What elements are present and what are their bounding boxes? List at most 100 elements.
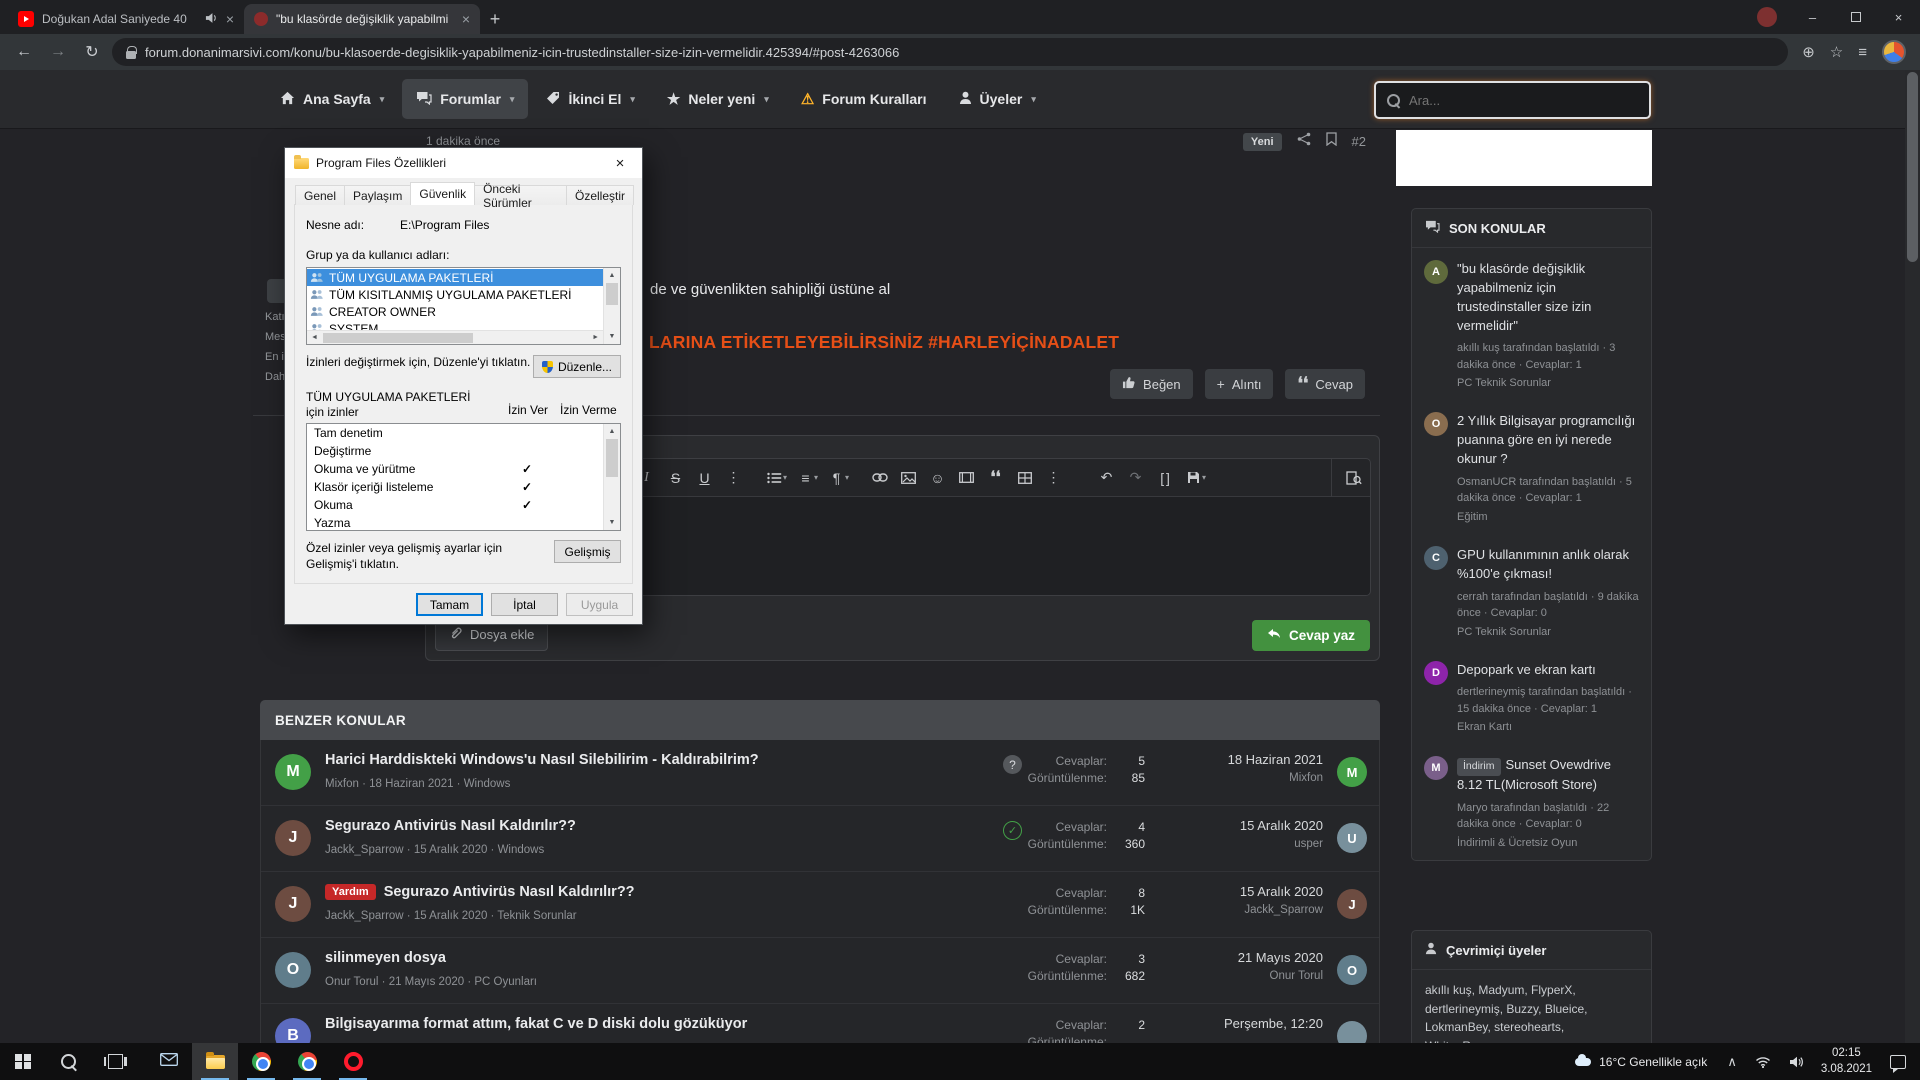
close-button[interactable]: × [1877,0,1920,34]
strikethrough-icon[interactable]: S [661,459,690,497]
scroll-up-icon[interactable]: ▲ [604,272,620,279]
properties-dialog[interactable]: Program Files Özellikleri × Genel Paylaş… [284,147,643,625]
topic-title[interactable]: 2 Yıllık Bilgisayar programcılığı puanın… [1457,412,1639,469]
chevron-down-icon[interactable]: ▾ [814,473,818,482]
reload-button[interactable]: ↻ [78,38,106,66]
last-post-date[interactable]: 15 Aralık 2020 [1240,818,1323,833]
reply-button[interactable]: ❛❛ Cevap [1285,369,1365,399]
quote-button[interactable]: + Alıntı [1205,369,1274,399]
allow-checkbox[interactable]: ✓ [512,498,542,512]
permission-row[interactable]: Yazma [307,514,620,531]
task-view-button[interactable] [92,1043,138,1080]
scroll-up-icon[interactable]: ▲ [604,428,620,435]
advanced-button[interactable]: Gelişmiş [554,540,621,563]
close-icon[interactable]: × [598,148,642,178]
post-timestamp[interactable]: 1 dakika önce [426,134,500,148]
topic-title[interactable]: Harici Harddiskteki Windows'u Nasıl Sile… [325,752,759,768]
scroll-down-icon[interactable]: ▼ [604,333,620,340]
table-row[interactable]: J Segurazo Antivirüs Nasıl Kaldırılır?? … [261,806,1379,872]
last-post-date[interactable]: Perşembe, 12:20 [1224,1016,1323,1031]
avatar[interactable]: J [1337,889,1367,919]
table-row[interactable]: M Harici Harddiskteki Windows'u Nasıl Si… [261,740,1379,806]
tab-genel[interactable]: Genel [295,185,345,205]
preview-icon[interactable] [1331,459,1362,497]
avatar[interactable]: M [1337,757,1367,787]
more-options-icon[interactable]: ⋮ [1039,459,1068,497]
topic-title[interactable]: İndirimSunset Ovewdrive 8.12 TL(Microsof… [1457,756,1639,794]
address-bar[interactable]: forum.donanimarsivi.com/konu/bu-klasoerd… [112,38,1788,66]
image-icon[interactable] [894,459,923,497]
scrollbar-thumb[interactable] [1907,72,1918,262]
reading-list-icon[interactable]: ≡ [1858,44,1867,61]
table-row[interactable]: O silinmeyen dosya Onur Torul · 21 Mayıs… [261,938,1379,1004]
table-row[interactable]: J Yardım Segurazo Antivirüs Nasıl Kaldır… [261,872,1379,938]
topic-title[interactable]: Segurazo Antivirüs Nasıl Kaldırılır?? [384,884,635,900]
topic-title[interactable]: "bu klasörde değişiklik yapabilmeniz içi… [1457,260,1639,335]
nav-item-second-hand[interactable]: İkinci El ▾ [532,79,648,119]
chrome-app-button-2[interactable] [284,1043,330,1080]
permission-row[interactable]: Okuma ve yürütme✓ [307,460,620,478]
share-icon[interactable] [1297,132,1311,151]
chrome-app-button[interactable] [238,1043,284,1080]
avatar[interactable]: C [1424,546,1448,570]
weather-widget[interactable]: 16°C Genellikle açık [1564,1055,1718,1069]
volume-icon[interactable] [1780,1056,1812,1068]
nav-item-rules[interactable]: ⚠ Forum Kuralları [787,79,941,119]
topic-category[interactable]: PC Teknik Sorunlar [1457,626,1639,638]
topic-category[interactable]: Ekran Kartı [1457,721,1639,733]
topic-category[interactable]: PC Teknik Sorunlar [1457,377,1639,389]
ok-button[interactable]: Tamam [416,593,483,616]
page-scrollbar[interactable] [1905,70,1920,1043]
install-icon[interactable]: ⊕ [1802,43,1815,61]
post-number[interactable]: #2 [1352,134,1366,149]
quote-block-icon[interactable]: ❛❛ [981,459,1010,497]
scrollbar-thumb[interactable] [606,283,618,305]
list-item[interactable]: A "bu klasörde değişiklik yapabilmeniz i… [1412,248,1651,400]
forum-search[interactable] [1374,81,1651,119]
media-control-icon[interactable] [1757,7,1777,27]
topic-title[interactable]: Depopark ve ekran kartı [1457,661,1639,680]
list-item[interactable]: O 2 Yıllık Bilgisayar programcılığı puan… [1412,400,1651,534]
avatar[interactable]: O [1424,412,1448,436]
tab-audio-icon[interactable] [205,12,218,27]
tab-youtube[interactable]: Doğukan Adal Saniyede 40 × [8,4,244,34]
cancel-button[interactable]: İptal [491,593,558,616]
avatar[interactable]: D [1424,661,1448,685]
scroll-left-icon[interactable]: ◄ [311,334,318,341]
horizontal-scrollbar[interactable]: ◄► [307,330,603,344]
avatar[interactable]: O [275,952,311,988]
minimize-button[interactable]: – [1791,0,1834,34]
permission-row[interactable]: Okuma✓ [307,496,620,514]
table-icon[interactable] [1010,459,1039,497]
smiley-icon[interactable]: ☺ [923,459,952,497]
avatar[interactable]: M [275,754,311,790]
topic-title[interactable]: GPU kullanımının anlık olarak %100'e çık… [1457,546,1639,584]
scroll-down-icon[interactable]: ▼ [604,519,620,526]
list-item[interactable]: C GPU kullanımının anlık olarak %100'e ç… [1412,534,1651,649]
tab-paylasim[interactable]: Paylaşım [344,185,411,205]
action-center-icon[interactable] [1881,1055,1915,1069]
apply-button[interactable]: Uygula [566,593,633,616]
edit-button[interactable]: Düzenle... [533,355,621,378]
tab-close-icon[interactable]: × [462,11,470,27]
back-button[interactable]: ← [10,38,38,66]
taskbar-search-button[interactable] [46,1043,92,1080]
permissions-listbox[interactable]: Tam denetim Değiştirme Okuma ve yürütme✓… [306,423,621,531]
clock[interactable]: 02:15 3.08.2021 [1812,1046,1881,1077]
list-item[interactable]: TÜM KISITLANMIŞ UYGULAMA PAKETLERİ [307,286,603,303]
file-explorer-button[interactable] [192,1043,238,1080]
list-item[interactable]: D Depopark ve ekran kartı dertlerineymiş… [1412,649,1651,745]
avatar[interactable]: J [275,820,311,856]
topic-title[interactable]: Segurazo Antivirüs Nasıl Kaldırılır?? [325,818,576,834]
link-icon[interactable] [865,459,894,497]
tray-expand-icon[interactable]: ∧ [1718,1054,1746,1070]
scroll-right-icon[interactable]: ► [592,334,599,341]
topic-category[interactable]: İndirimli & Ücretsiz Oyun [1457,837,1639,849]
vertical-scrollbar[interactable]: ▲▼ [603,424,620,530]
mail-app-button[interactable] [146,1043,192,1080]
more-options-icon[interactable]: ⋮ [719,459,748,497]
allow-checkbox[interactable]: ✓ [512,480,542,494]
nav-item-forums[interactable]: Forumlar ▾ [402,79,528,119]
list-item[interactable]: M İndirimSunset Ovewdrive 8.12 TL(Micros… [1412,744,1651,859]
tab-onceki-surumler[interactable]: Önceki Sürümler [474,185,567,205]
